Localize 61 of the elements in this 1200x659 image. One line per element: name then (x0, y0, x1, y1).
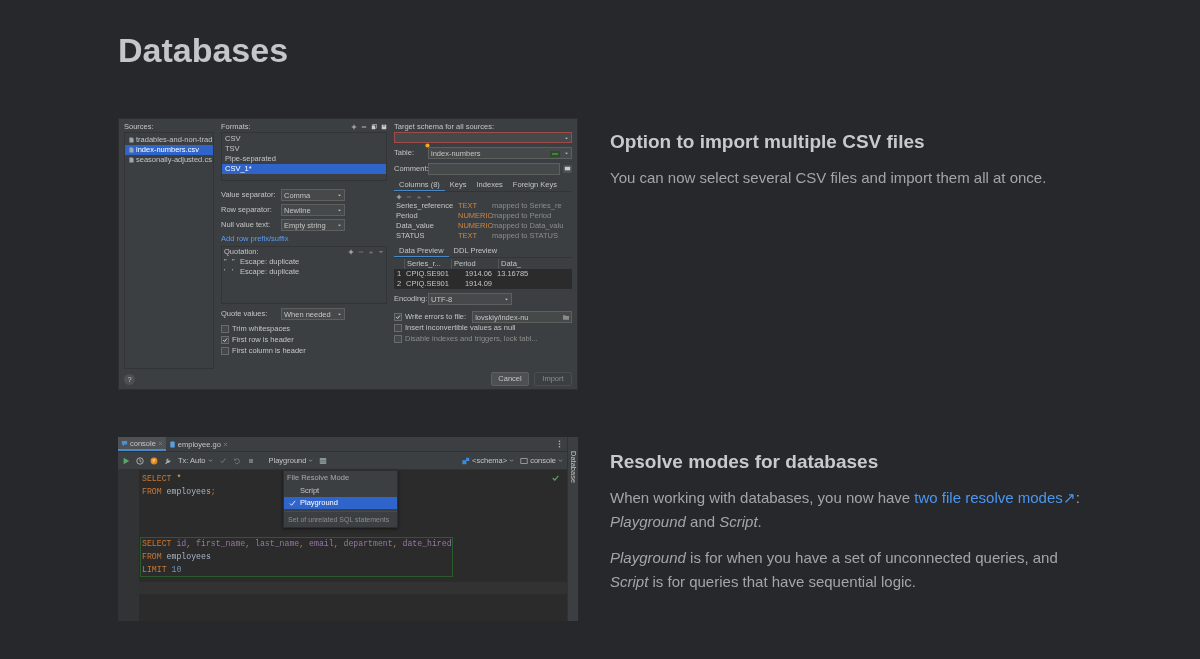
remove-icon[interactable] (406, 193, 412, 200)
chevron-icon (308, 459, 314, 462)
page-title: Databases (118, 30, 290, 70)
caret-icon (337, 224, 342, 227)
checkbox[interactable] (221, 335, 229, 344)
checkbox[interactable] (394, 323, 402, 332)
down-icon[interactable] (378, 249, 384, 255)
copy-icon[interactable] (371, 124, 377, 130)
feature-paragraph: You can now select several CSV files and import them all at once. (610, 168, 1048, 188)
feature-link[interactable]: two file resolve modes↗ (914, 489, 1076, 506)
up-icon[interactable] (368, 249, 374, 255)
code-line: FROM employees (142, 551, 211, 564)
remove-icon[interactable] (361, 124, 367, 130)
more-icon[interactable] (558, 440, 561, 448)
table-icon[interactable] (319, 456, 328, 465)
add-icon[interactable] (348, 249, 354, 255)
checkbox[interactable] (221, 324, 229, 333)
chevron-icon (558, 459, 563, 462)
folder-icon[interactable] (563, 314, 569, 320)
schema-icon (462, 456, 471, 465)
feature-paragraph: Playground is for when you have a set of unconnected queries, and Script is for queries that have sequential logic. (610, 548, 1059, 592)
close-icon[interactable] (222, 441, 228, 447)
comment-icon[interactable] (563, 165, 572, 173)
caret-icon (337, 209, 342, 212)
console-icon (121, 439, 128, 447)
caret-icon (337, 313, 342, 316)
caret-icon (504, 298, 509, 301)
feature-paragraph: When working with databases, you now have two file resolve modes↗: Playground and Script. (610, 488, 1080, 532)
commit-icon[interactable] (218, 456, 227, 465)
run-icon[interactable] (122, 456, 130, 465)
caret-icon (564, 137, 569, 140)
rollback-icon[interactable] (232, 456, 241, 465)
checkbox[interactable] (221, 346, 229, 355)
chevron-icon (509, 459, 515, 462)
code-line: LIMIT 10 (142, 563, 182, 576)
check-icon (289, 499, 296, 507)
feature-heading: Resolve modes for databases (610, 450, 880, 474)
session-icon (520, 456, 529, 465)
up-icon[interactable] (416, 193, 422, 200)
wrench-icon[interactable] (164, 456, 172, 465)
caret-icon (337, 194, 342, 197)
chevron-icon (207, 459, 213, 462)
caret-icon (564, 152, 569, 155)
file-icon (168, 440, 176, 448)
add-icon[interactable] (351, 124, 357, 130)
save-icon[interactable] (381, 124, 387, 130)
check-icon (552, 475, 559, 481)
generate-badge-icon (550, 151, 560, 157)
transaction-icon[interactable] (150, 456, 158, 465)
add-icon[interactable] (396, 193, 402, 200)
feature-heading: Option to import multiple CSV files (610, 130, 926, 154)
remove-icon[interactable] (358, 249, 364, 255)
code-line: SELECT id, first_name, last_name, email, department, date_hired (142, 538, 452, 551)
checkbox[interactable] (394, 312, 402, 321)
code-line: SELECT * (142, 473, 182, 485)
history-icon[interactable] (136, 456, 144, 465)
lightbulb-icon[interactable] (425, 143, 430, 148)
comment-field[interactable] (428, 163, 560, 175)
close-icon[interactable] (157, 440, 163, 446)
down-icon[interactable] (426, 193, 432, 200)
code-line: FROM employees; (142, 485, 216, 498)
